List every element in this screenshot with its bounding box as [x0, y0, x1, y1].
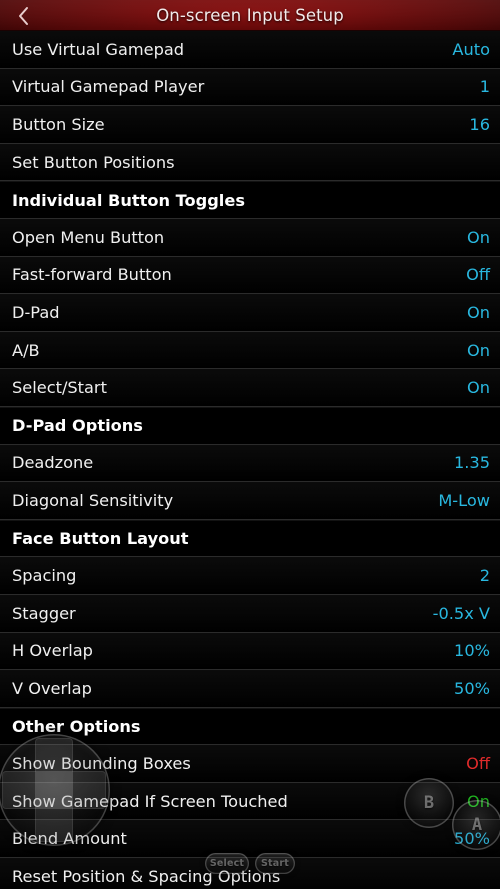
- setting-row-deadzone[interactable]: Deadzone 1.35: [0, 444, 500, 483]
- setting-value[interactable]: On: [459, 378, 490, 397]
- gamepad-button-b[interactable]: B: [404, 778, 454, 828]
- setting-label: A/B: [12, 340, 40, 360]
- setting-label: Open Menu Button: [12, 227, 165, 247]
- setting-row-select-start[interactable]: Select/Start On: [0, 369, 500, 407]
- setting-label: Fast-forward Button: [12, 265, 172, 285]
- setting-label: Button Size: [12, 114, 105, 134]
- setting-value[interactable]: 16: [461, 115, 490, 134]
- setting-row-a-b[interactable]: A/B On: [0, 331, 500, 370]
- page-title: On-screen Input Setup: [156, 5, 344, 25]
- setting-label: D-Pad: [12, 302, 60, 322]
- setting-value[interactable]: 10%: [446, 641, 490, 660]
- chevron-left-icon: [17, 6, 29, 26]
- setting-label: Reset Position & Spacing Options: [12, 866, 281, 886]
- setting-label: H Overlap: [12, 641, 93, 661]
- setting-row-open-menu-button[interactable]: Open Menu Button On: [0, 218, 500, 257]
- setting-row-use-virtual-gamepad[interactable]: Use Virtual Gamepad Auto: [0, 31, 500, 69]
- gamepad-button-start[interactable]: Start: [255, 853, 295, 874]
- setting-label: Use Virtual Gamepad: [12, 39, 185, 59]
- setting-label: V Overlap: [12, 678, 92, 698]
- setting-row-diagonal-sensitivity[interactable]: Diagonal Sensitivity M-Low: [0, 482, 500, 520]
- dpad-center: [36, 772, 72, 808]
- setting-value[interactable]: Off: [458, 754, 490, 773]
- setting-value[interactable]: Auto: [444, 40, 490, 59]
- setting-value[interactable]: -0.5x V: [425, 604, 490, 623]
- section-title: Other Options: [12, 716, 141, 736]
- setting-label: Deadzone: [12, 453, 94, 473]
- gamepad-button-a-label: A: [471, 815, 483, 835]
- setting-value[interactable]: Off: [458, 265, 490, 284]
- setting-row-set-button-positions[interactable]: Set Button Positions: [0, 143, 500, 182]
- setting-value[interactable]: On: [459, 303, 490, 322]
- setting-row-h-overlap[interactable]: H Overlap 10%: [0, 632, 500, 671]
- section-title: D-Pad Options: [12, 416, 143, 436]
- section-header-d-pad-options: D-Pad Options: [0, 406, 500, 445]
- gamepad-button-a[interactable]: A: [452, 800, 500, 850]
- setting-value[interactable]: 50%: [446, 679, 490, 698]
- setting-label: Select/Start: [12, 378, 107, 398]
- setting-value[interactable]: 2: [472, 566, 490, 585]
- setting-label: Diagonal Sensitivity: [12, 490, 174, 510]
- setting-value[interactable]: M-Low: [430, 491, 490, 510]
- setting-row-spacing[interactable]: Spacing 2: [0, 557, 500, 595]
- gamepad-button-b-label: B: [423, 793, 435, 813]
- title-bar: On-screen Input Setup: [0, 0, 500, 31]
- gamepad-button-start-label: Start: [260, 858, 290, 869]
- section-header-individual-button-toggles: Individual Button Toggles: [0, 181, 500, 219]
- setting-row-button-size[interactable]: Button Size 16: [0, 106, 500, 144]
- setting-label: Spacing: [12, 566, 77, 586]
- back-button[interactable]: [0, 0, 46, 30]
- setting-label: Stagger: [12, 603, 76, 623]
- setting-value[interactable]: On: [459, 228, 490, 247]
- setting-value[interactable]: On: [459, 341, 490, 360]
- setting-row-d-pad[interactable]: D-Pad On: [0, 294, 500, 332]
- on-screen-input-setup-screen: On-screen Input Setup Use Virtual Gamepa…: [0, 0, 500, 889]
- gamepad-button-select[interactable]: Select: [205, 853, 249, 874]
- setting-label: Set Button Positions: [12, 152, 175, 172]
- setting-value[interactable]: 1.35: [446, 453, 490, 472]
- gamepad-button-select-label: Select: [209, 858, 245, 869]
- setting-row-virtual-gamepad-player[interactable]: Virtual Gamepad Player 1: [0, 68, 500, 107]
- section-title: Individual Button Toggles: [12, 190, 245, 210]
- setting-label: Virtual Gamepad Player: [12, 77, 205, 97]
- setting-row-reset-position-and-spacing-options[interactable]: Reset Position & Spacing Options: [0, 858, 500, 889]
- setting-row-stagger[interactable]: Stagger -0.5x V: [0, 594, 500, 633]
- setting-row-v-overlap[interactable]: V Overlap 50%: [0, 670, 500, 708]
- setting-row-fast-forward-button[interactable]: Fast-forward Button Off: [0, 256, 500, 295]
- dpad-control[interactable]: [0, 734, 110, 846]
- section-header-face-button-layout: Face Button Layout: [0, 519, 500, 558]
- section-title: Face Button Layout: [12, 529, 189, 549]
- setting-value[interactable]: 1: [472, 77, 490, 96]
